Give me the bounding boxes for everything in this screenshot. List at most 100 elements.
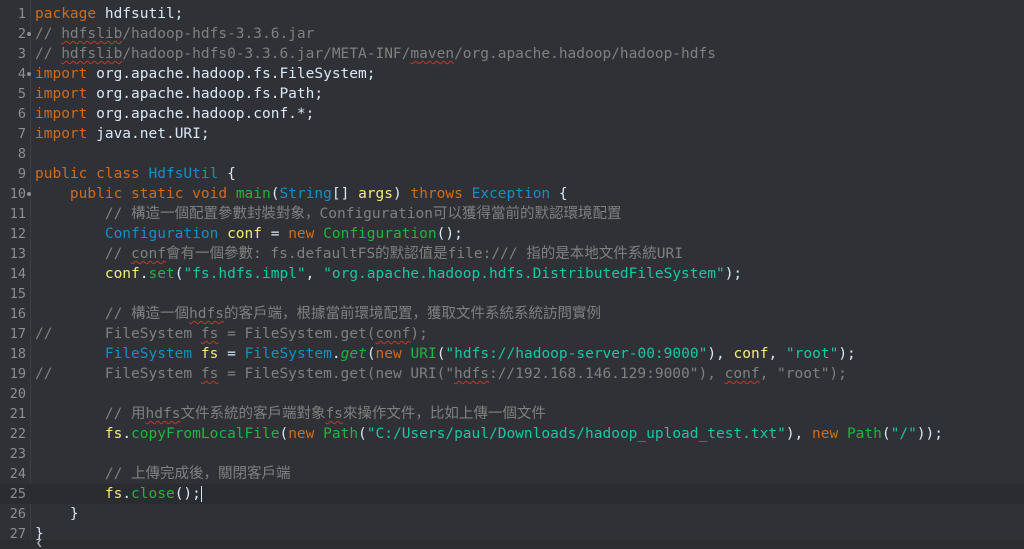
code-token: ( — [279, 426, 289, 442]
code-token: conf — [131, 246, 166, 262]
fold-marker-icon[interactable] — [27, 72, 31, 76]
code-text: // 上傳完成後，關閉客戶端 — [35, 464, 291, 484]
code-token: = FileSystem.get( — [218, 326, 376, 342]
line-number: 19 — [9, 366, 26, 382]
code-token: 來操作文件，比如上傳一個文件 — [342, 406, 546, 422]
code-token: fs — [104, 486, 123, 502]
code-line[interactable]: 2 // hdfslib/hadoop-hdfs-3.3.6.jar — [0, 24, 1024, 44]
code-text: package hdfsutil; — [35, 4, 183, 24]
code-line[interactable]: 14 conf.set("fs.hdfs.impl", "org.apache.… — [0, 264, 1024, 284]
line-number: 1 — [17, 6, 26, 22]
code-text: conf.set("fs.hdfs.impl", "org.apache.had… — [35, 264, 742, 284]
code-text: Configuration conf = new Configuration()… — [35, 224, 463, 244]
code-token: (); — [436, 226, 463, 242]
line-number: 7 — [17, 126, 26, 142]
code-line[interactable]: 1 package hdfsutil; — [0, 4, 1024, 24]
code-line[interactable]: 21 // 用hdfs文件系統的客戶端對象fs來操作文件，比如上傳一個文件 — [0, 404, 1024, 424]
code-line[interactable]: 26 } — [0, 504, 1024, 524]
code-token: import — [35, 66, 88, 82]
code-line[interactable]: 3 // hdfslib/hadoop-hdfs0-3.3.6.jar/META-… — [0, 44, 1024, 64]
code-token: conf — [724, 366, 760, 382]
code-line[interactable]: 15 — [0, 284, 1024, 304]
code-token: fs — [200, 346, 219, 362]
code-token: hdfsutil; — [96, 6, 184, 22]
code-line[interactable]: 4 import org.apache.hadoop.fs.FileSystem; — [0, 64, 1024, 84]
code-line[interactable]: 17 // FileSystem fs = FileSystem.get(conf… — [0, 324, 1024, 344]
line-number: 13 — [9, 246, 26, 262]
code-line[interactable]: 7 import java.net.URI; — [0, 124, 1024, 144]
code-line[interactable]: 25 fs.close(); — [0, 484, 1024, 504]
code-token: ( — [358, 426, 367, 442]
code-line[interactable]: 5 import org.apache.hadoop.fs.Path; — [0, 84, 1024, 104]
code-line[interactable]: 20 — [0, 384, 1024, 404]
line-number: 14 — [9, 266, 26, 282]
code-token: hdfslib — [61, 26, 123, 42]
code-token: import — [35, 126, 88, 142]
code-token: package — [35, 6, 97, 22]
code-line[interactable]: 11 // 構造一個配置參數封裝對象，Configuration可以獲得當前的默… — [0, 204, 1024, 224]
fold-marker-icon[interactable] — [27, 32, 31, 36]
code-token: // — [35, 46, 62, 62]
code-text: fs.close(); — [35, 484, 202, 504]
code-text: } — [35, 504, 79, 524]
code-token: = — [218, 346, 245, 362]
code-token: "C:/Users/paul/Downloads/hadoop_upload_t… — [366, 426, 786, 442]
code-editor[interactable]: 1 package hdfsutil; 2 // hdfslib/hadoop-hdf… — [0, 0, 1024, 548]
line-number: 23 — [9, 446, 26, 462]
code-text: FileSystem fs = FileSystem.get(new URI("… — [35, 344, 856, 364]
code-token: = — [262, 226, 289, 242]
horizontal-scrollbar[interactable] — [0, 540, 1024, 548]
code-line[interactable]: 16 // 構造一個hdfs的客戶端，根據當前環境配置，獲取文件系統系統訪問實例 — [0, 304, 1024, 324]
code-line[interactable]: 6 import org.apache.hadoop.conf.*; — [0, 104, 1024, 124]
code-token: // — [35, 246, 132, 262]
line-number: 15 — [9, 286, 26, 302]
code-token: ), — [707, 346, 734, 362]
code-token: "root" — [785, 346, 839, 362]
code-token: . — [331, 346, 341, 362]
line-number: 12 — [9, 226, 26, 242]
code-text: import org.apache.hadoop.fs.Path; — [35, 84, 323, 104]
code-token: get — [340, 346, 367, 362]
code-token: class — [96, 166, 140, 182]
code-token: new — [288, 426, 315, 442]
code-line[interactable]: 18 FileSystem fs = FileSystem.get(new UR… — [0, 344, 1024, 364]
line-number: 11 — [9, 206, 26, 222]
code-text: // 用hdfs文件系統的客戶端對象fs來操作文件，比如上傳一個文件 — [35, 404, 546, 424]
code-token: } — [35, 506, 79, 522]
line-number: 8 — [17, 146, 26, 162]
code-text: // 構造一個配置參數封裝對象，Configuration可以獲得當前的默認環境… — [35, 204, 622, 224]
code-token: static — [131, 186, 184, 202]
scroll-left-icon[interactable]: ❮ — [36, 537, 43, 548]
code-token: fs — [200, 366, 219, 382]
line-number: 24 — [9, 466, 26, 482]
line-number: 6 — [17, 106, 26, 122]
code-line[interactable]: 8 — [0, 144, 1024, 164]
code-token: /hadoop-hdfs-3.3.6.jar — [122, 26, 315, 42]
code-line[interactable]: 22 fs.copyFromLocalFile(new Path("C:/Use… — [0, 424, 1024, 444]
code-line[interactable]: 12 Configuration conf = new Configuratio… — [0, 224, 1024, 244]
code-token: HdfsUtil — [148, 166, 219, 182]
code-text: // FileSystem fs = FileSystem.get(new UR… — [35, 364, 847, 384]
code-token: . — [139, 266, 149, 282]
code-line[interactable]: 13 // conf會有一個參數: fs.defaultFS的默認值是file:… — [0, 244, 1024, 264]
code-token: = FileSystem.get(new URI(" — [218, 366, 455, 382]
code-line[interactable]: 23 — [0, 444, 1024, 464]
code-line[interactable]: 9 public class HdfsUtil { — [0, 164, 1024, 184]
code-line[interactable]: 24 // 上傳完成後，關閉客戶端 — [0, 464, 1024, 484]
code-token: new — [375, 346, 402, 362]
code-line[interactable]: 10 public static void main(String[] args… — [0, 184, 1024, 204]
code-line[interactable]: 19 // FileSystem fs = FileSystem.get(new … — [0, 364, 1024, 384]
code-token: "org.apache.hadoop.hdfs.DistributedFileS… — [323, 266, 725, 282]
code-token: Path — [846, 426, 882, 442]
fold-marker-icon[interactable] — [27, 192, 31, 196]
